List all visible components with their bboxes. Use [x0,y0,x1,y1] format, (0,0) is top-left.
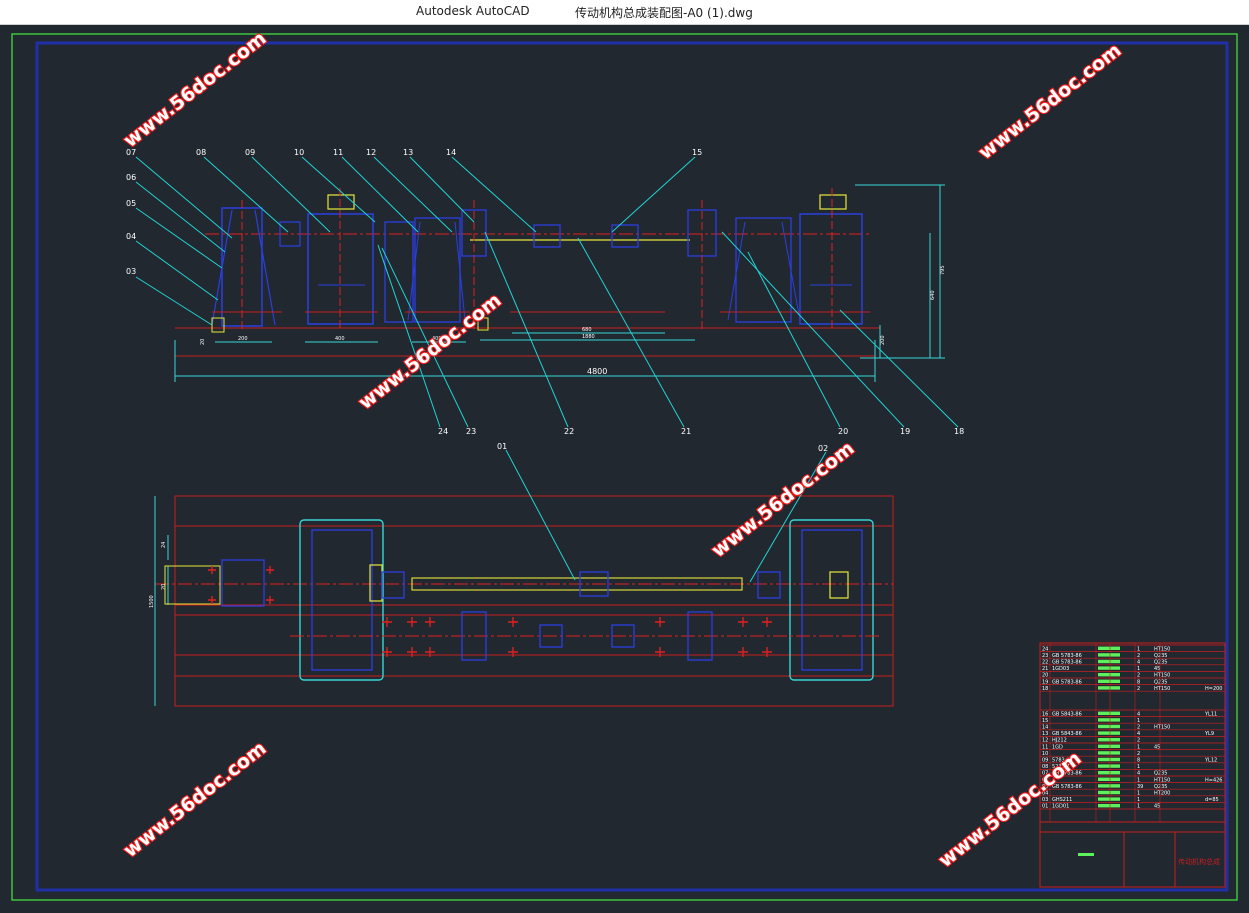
dim-d5: 1880 [582,334,595,340]
parts-row-name-bar [1098,653,1120,657]
front-label-19: 19 [900,427,910,436]
front-label-11: 11 [333,148,343,157]
overall-length-dim: 4800 [587,367,607,376]
parts-row-name-bar [1098,771,1120,775]
watermark-4: www.56doc.com [708,437,859,562]
front-label-20: 20 [838,427,848,436]
top-label-01: 01 [497,442,507,451]
parts-row-name-bar [1098,784,1120,788]
front-label-22: 22 [564,427,574,436]
watermark-5: www.56doc.com [120,737,271,862]
app-name: Autodesk AutoCAD [416,4,530,18]
parts-row-name-bar [1098,777,1120,781]
front-label-06: 06 [126,173,136,182]
dim-h2: 640 [930,290,936,300]
top-dim-w3: 24 [161,542,167,548]
parts-row-name-bar [1098,659,1120,664]
parts-row-name-bar [1098,718,1120,722]
parts-row-name-bar [1098,711,1120,715]
front-label-03: 03 [126,267,136,276]
top-dim-w2: 20 [161,584,167,590]
dim-h4: 20 [200,339,206,345]
cad-drawing[interactable]: 4800 200 400 400 680 1880 795 640 200 20 [0,25,1249,909]
front-label-14: 14 [446,148,456,157]
top-view: 1500 20 24 01 02 [149,442,894,707]
parts-row-name-bar [1098,646,1120,650]
parts-row-name-bar [1098,751,1120,755]
parts-row-name-bar [1098,686,1120,690]
parts-row-name-bar [1098,738,1120,742]
front-label-04: 04 [126,232,136,241]
title-bar: Autodesk AutoCAD 传动机构总成装配图-A0 (1).dwg [0,0,1249,25]
parts-row-name-bar [1098,790,1120,795]
parts-row-name-bar [1098,797,1120,801]
dim-h3: 795 [940,265,946,275]
front-label-05: 05 [126,199,136,208]
dim-h1: 200 [880,335,886,345]
watermark-1: www.56doc.com [120,27,271,152]
parts-row-name-bar [1098,679,1120,683]
dim-d1: 200 [238,336,248,342]
watermark-2: www.56doc.com [975,39,1126,164]
parts-row-name-bar [1098,744,1120,748]
parts-row-name-bar [1098,764,1120,768]
front-label-21: 21 [681,427,691,436]
front-label-13: 13 [403,148,413,157]
front-label-10: 10 [294,148,304,157]
front-view: 4800 200 400 400 680 1880 795 640 200 20 [126,148,964,436]
dim-d4: 680 [582,327,592,333]
parts-row-name-bar [1098,804,1120,808]
top-dim-w1: 1500 [149,595,155,608]
front-label-23: 23 [466,427,476,436]
front-label-09: 09 [245,148,255,157]
front-label-15: 15 [692,148,702,157]
parts-row-name-bar [1098,666,1120,670]
parts-row-name-bar [1098,757,1120,762]
front-label-12: 12 [366,148,376,157]
front-label-18: 18 [954,427,964,436]
watermarks: www.56doc.com www.56doc.com www.56doc.co… [118,26,1126,873]
drawing-canvas[interactable]: 4800 200 400 400 680 1880 795 640 200 20 [0,25,1249,909]
parts-row-name-bar [1098,731,1120,735]
title-block-name: 传动机构总成 [1178,857,1220,866]
front-label-24: 24 [438,427,448,436]
parts-row-name-bar [1098,724,1120,729]
parts-row-name-bar [1098,673,1120,677]
front-label-08: 08 [196,148,206,157]
watermark-3: www.56doc.com [355,289,506,414]
file-name: 传动机构总成装配图-A0 (1).dwg [575,6,753,20]
dim-d2: 400 [335,336,345,342]
